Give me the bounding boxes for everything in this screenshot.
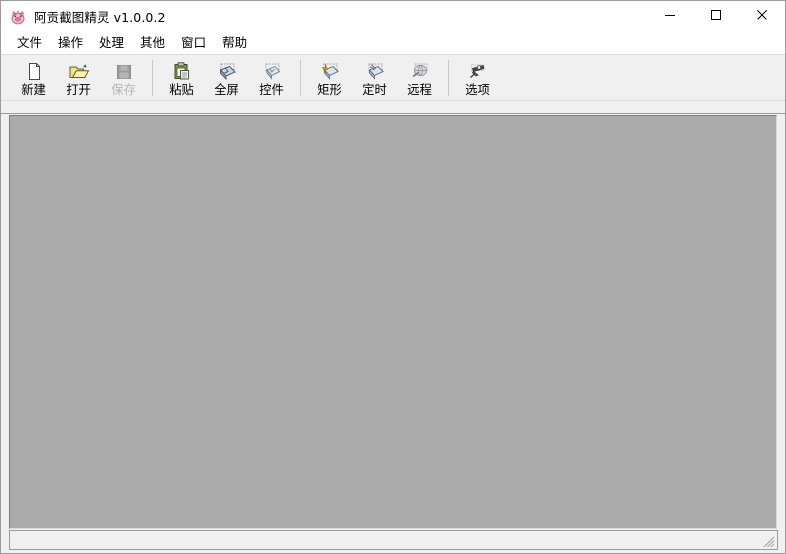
toolbar-new[interactable]: 新建	[11, 57, 56, 100]
timer-capture-icon	[364, 61, 386, 82]
toolbar-rectangle[interactable]: 矩形	[307, 57, 352, 100]
toolbar-separator	[300, 60, 301, 96]
toolbar-open-label: 打开	[66, 83, 91, 97]
toolbar-control[interactable]: 控件	[249, 57, 294, 100]
menu-file[interactable]: 文件	[10, 34, 49, 53]
toolbar-timer[interactable]: 定时	[352, 57, 397, 100]
toolbar-open[interactable]: 打开	[56, 57, 101, 100]
toolbar-fullscreen-label: 全屏	[214, 83, 239, 97]
toolbar-timer-label: 定时	[362, 83, 387, 97]
toolbar-paste-label: 粘贴	[169, 83, 194, 97]
screenshot-canvas[interactable]	[10, 116, 776, 528]
remote-capture-icon	[409, 61, 431, 82]
toolbar-new-label: 新建	[21, 83, 46, 97]
close-icon	[756, 9, 768, 24]
menu-operation[interactable]: 操作	[51, 34, 90, 53]
fullscreen-capture-icon	[216, 61, 238, 82]
control-capture-icon	[261, 61, 283, 82]
toolbar-remote[interactable]: 远程	[397, 57, 442, 100]
toolbar-control-label: 控件	[259, 83, 284, 97]
minimize-icon	[664, 9, 676, 24]
paste-clipboard-icon	[171, 61, 193, 82]
close-button[interactable]	[739, 1, 785, 32]
toolbar-save-label: 保存	[111, 83, 136, 97]
menu-other[interactable]: 其他	[133, 34, 172, 53]
title-bar: 阿贡截图精灵 v1.0.0.2	[1, 1, 785, 32]
menu-help[interactable]: 帮助	[215, 34, 254, 53]
toolbar-separator	[448, 60, 449, 96]
options-icon	[467, 61, 489, 82]
menu-window[interactable]: 窗口	[174, 34, 213, 53]
toolbar-remote-label: 远程	[407, 83, 432, 97]
toolbar-options[interactable]: 选项	[455, 57, 500, 100]
toolbar-paste[interactable]: 粘贴	[159, 57, 204, 100]
toolbar-separator	[152, 60, 153, 96]
rectangle-capture-icon	[319, 61, 341, 82]
maximize-icon	[710, 9, 722, 24]
menu-bar: 文件 操作 处理 其他 窗口 帮助	[1, 32, 785, 54]
pig-mascot-icon	[9, 8, 27, 26]
status-panel	[9, 530, 778, 550]
toolbar-options-label: 选项	[465, 83, 490, 97]
client-area	[1, 114, 785, 529]
new-document-icon	[23, 61, 45, 82]
toolbar-save[interactable]: 保存	[101, 57, 146, 100]
toolbar: 新建 打开 保存 粘贴 全屏 控件 矩形 定时 远程 选项	[1, 54, 785, 101]
save-disk-icon	[113, 61, 135, 82]
open-folder-icon	[68, 61, 90, 82]
toolbar-rectangle-label: 矩形	[317, 83, 342, 97]
resize-grip-icon[interactable]	[761, 534, 776, 549]
maximize-button[interactable]	[693, 1, 739, 32]
menu-process[interactable]: 处理	[92, 34, 131, 53]
window-title: 阿贡截图精灵 v1.0.0.2	[34, 10, 166, 25]
minimize-button[interactable]	[647, 1, 693, 32]
window-controls	[647, 1, 785, 32]
toolbar-fullscreen[interactable]: 全屏	[204, 57, 249, 100]
toolbar-sub-strip	[1, 101, 785, 114]
screenshot-canvas-frame[interactable]	[9, 115, 777, 529]
status-bar	[1, 529, 785, 553]
application-window: 阿贡截图精灵 v1.0.0.2 文件 操作 处理 其他 窗口 帮助 新建 打开 …	[0, 0, 786, 554]
